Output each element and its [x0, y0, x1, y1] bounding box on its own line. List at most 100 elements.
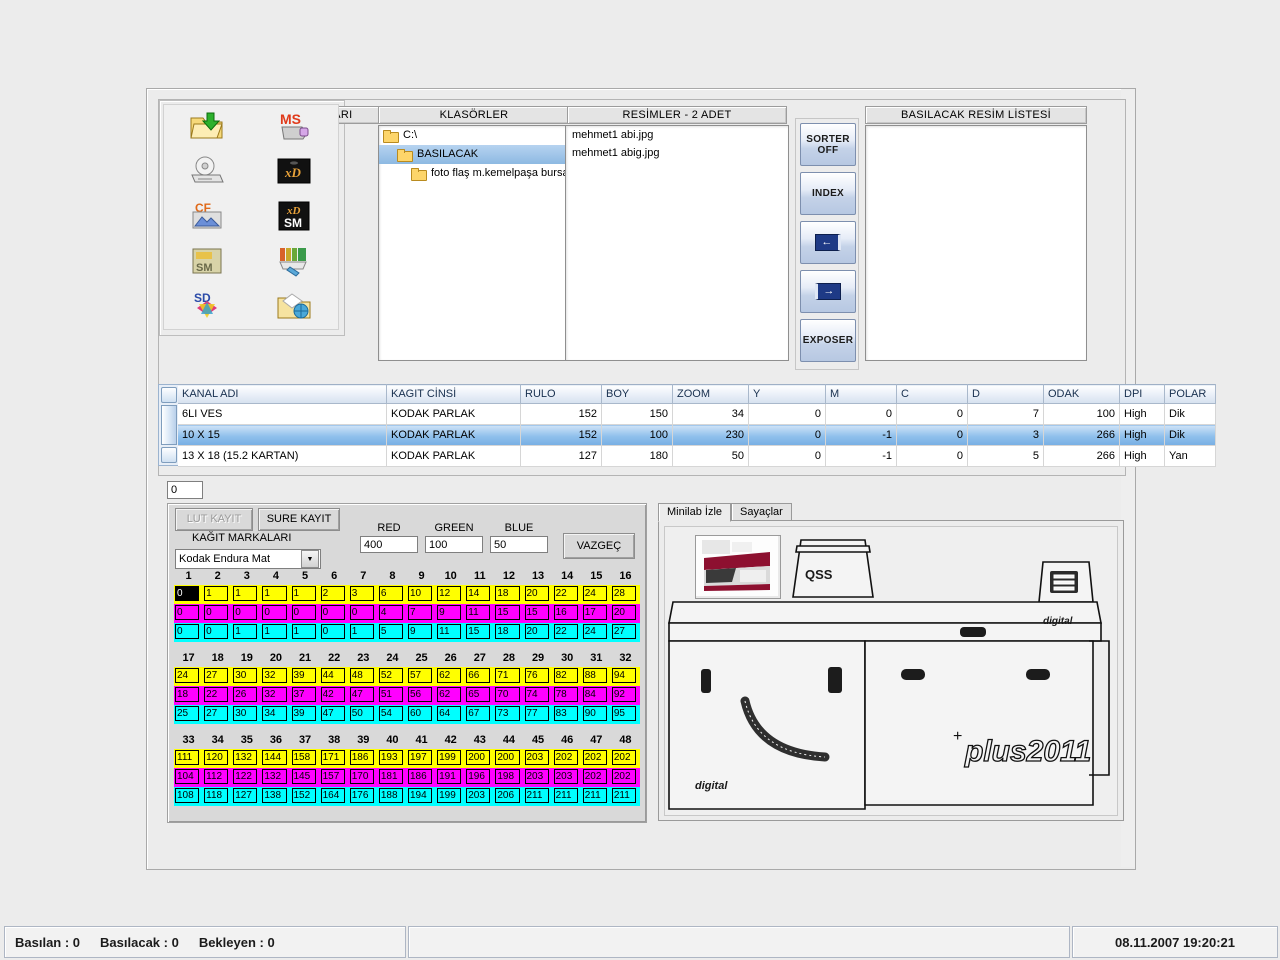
- column-header[interactable]: D: [967, 384, 1044, 404]
- color-grid-cell[interactable]: [174, 768, 203, 787]
- color-grid-cell[interactable]: [319, 623, 348, 642]
- yellow-value-input[interactable]: [437, 586, 462, 601]
- column-header[interactable]: M: [825, 384, 897, 404]
- yellow-value-input[interactable]: [611, 668, 636, 683]
- yellow-value-input[interactable]: [233, 668, 258, 683]
- color-grid-cell[interactable]: [232, 768, 261, 787]
- yellow-value-input[interactable]: [437, 750, 462, 765]
- table-row[interactable]: 6LI VES KODAK PARLAK 152 150 34 0 0 0 7 100 High Di…: [178, 403, 1216, 425]
- table-row[interactable]: 10 X 15 KODAK PARLAK 152 100 230 0 -1 0 3 266 High…: [178, 424, 1216, 446]
- color-grid-cell[interactable]: [523, 604, 552, 623]
- magenta-value-input[interactable]: [466, 687, 491, 702]
- color-grid-cell[interactable]: [174, 749, 203, 768]
- color-grid-cell[interactable]: [377, 686, 406, 705]
- magenta-value-input[interactable]: [466, 605, 491, 620]
- color-grid-cell[interactable]: [581, 686, 610, 705]
- yellow-value-input[interactable]: [204, 668, 229, 683]
- counter-field[interactable]: 0: [167, 481, 203, 499]
- cyan-value-input[interactable]: [349, 624, 374, 639]
- yellow-value-input[interactable]: [582, 750, 607, 765]
- magenta-value-input[interactable]: [291, 769, 316, 784]
- cyan-value-input[interactable]: [524, 788, 549, 803]
- color-grid-cell[interactable]: [465, 768, 494, 787]
- magenta-value-input[interactable]: [320, 687, 345, 702]
- magenta-value-input[interactable]: [204, 605, 229, 620]
- magenta-value-input[interactable]: [611, 605, 636, 620]
- color-grid-cell[interactable]: [552, 749, 581, 768]
- color-grid-cell[interactable]: [174, 623, 203, 642]
- paper-brand-select[interactable]: Kodak Endura Mat ▼: [175, 549, 321, 569]
- cyan-value-input[interactable]: [204, 788, 229, 803]
- source-xd-sm-card[interactable]: xD SM: [251, 195, 338, 240]
- color-grid-cell[interactable]: [174, 686, 203, 705]
- magenta-value-input[interactable]: [495, 769, 520, 784]
- color-grid-cell[interactable]: [407, 749, 436, 768]
- column-header[interactable]: ODAK: [1043, 384, 1120, 404]
- color-grid-cell[interactable]: [377, 705, 406, 724]
- magenta-value-input[interactable]: [437, 769, 462, 784]
- sorter-button[interactable]: SORTER OFF: [800, 123, 856, 166]
- color-grid-cell[interactable]: [377, 787, 406, 806]
- magenta-value-input[interactable]: [262, 605, 287, 620]
- color-grid-cell[interactable]: [319, 787, 348, 806]
- cyan-value-input[interactable]: [495, 624, 520, 639]
- yellow-value-input[interactable]: [524, 750, 549, 765]
- cyan-value-input[interactable]: [582, 706, 607, 721]
- cyan-value-input[interactable]: [378, 788, 403, 803]
- color-grid-cell[interactable]: [319, 604, 348, 623]
- color-grid-cell[interactable]: [261, 749, 290, 768]
- yellow-value-input[interactable]: [262, 750, 287, 765]
- cyan-value-input[interactable]: [291, 706, 316, 721]
- magenta-value-input[interactable]: [175, 769, 200, 784]
- yellow-value-input[interactable]: [495, 750, 520, 765]
- color-grid-cell[interactable]: [203, 749, 232, 768]
- magenta-value-input[interactable]: [378, 605, 403, 620]
- color-grid-cell[interactable]: [203, 585, 232, 604]
- color-grid-cell[interactable]: [552, 667, 581, 686]
- source-memory-stick-ms[interactable]: MS: [251, 105, 338, 150]
- color-grid-cell[interactable]: [552, 705, 581, 724]
- cyan-value-input[interactable]: [524, 624, 549, 639]
- color-grid-cell[interactable]: [203, 623, 232, 642]
- picture-list-item[interactable]: mehmet1 abig.jpg: [566, 144, 788, 162]
- color-grid-cell[interactable]: [348, 667, 377, 686]
- color-grid-cell[interactable]: [407, 604, 436, 623]
- color-grid-cell[interactable]: [232, 686, 261, 705]
- magenta-value-input[interactable]: [320, 605, 345, 620]
- cyan-value-input[interactable]: [378, 624, 403, 639]
- magenta-value-input[interactable]: [175, 687, 200, 702]
- color-grid-cell[interactable]: [203, 705, 232, 724]
- yellow-value-input[interactable]: [291, 668, 316, 683]
- magenta-value-input[interactable]: [524, 687, 549, 702]
- yellow-value-input[interactable]: [408, 668, 433, 683]
- yellow-value-input[interactable]: [291, 750, 316, 765]
- print-list[interactable]: [865, 125, 1087, 361]
- cyan-value-input[interactable]: [408, 788, 433, 803]
- cyan-value-input[interactable]: [349, 788, 374, 803]
- color-grid-cell[interactable]: [552, 604, 581, 623]
- color-grid-cell[interactable]: [174, 705, 203, 724]
- scroll-down-icon[interactable]: [161, 447, 177, 463]
- magenta-value-input[interactable]: [349, 769, 374, 784]
- color-grid-cell[interactable]: [261, 705, 290, 724]
- color-grid-cell[interactable]: [290, 623, 319, 642]
- yellow-value-input[interactable]: [233, 586, 258, 601]
- color-grid-cell[interactable]: [261, 768, 290, 787]
- color-grid-cell[interactable]: [319, 749, 348, 768]
- color-grid-cell[interactable]: [465, 585, 494, 604]
- yellow-value-input[interactable]: [320, 586, 345, 601]
- scroll-up-icon[interactable]: [161, 387, 177, 403]
- channel-table[interactable]: KANAL ADI KAGIT CİNSİ RULO BOY ZOOM Y M C D ODAK D…: [178, 384, 1216, 467]
- color-grid-cell[interactable]: [465, 667, 494, 686]
- yellow-value-input[interactable]: [204, 750, 229, 765]
- color-grid-cell[interactable]: [610, 585, 639, 604]
- cyan-value-input[interactable]: [291, 624, 316, 639]
- cyan-value-input[interactable]: [408, 706, 433, 721]
- color-grid-cell[interactable]: [465, 623, 494, 642]
- color-grid-cell[interactable]: [319, 705, 348, 724]
- color-grid-cell[interactable]: [494, 604, 523, 623]
- color-grid-cell[interactable]: [436, 623, 465, 642]
- magenta-value-input[interactable]: [262, 687, 287, 702]
- color-grid-cell[interactable]: [377, 585, 406, 604]
- color-grid-cell[interactable]: [203, 667, 232, 686]
